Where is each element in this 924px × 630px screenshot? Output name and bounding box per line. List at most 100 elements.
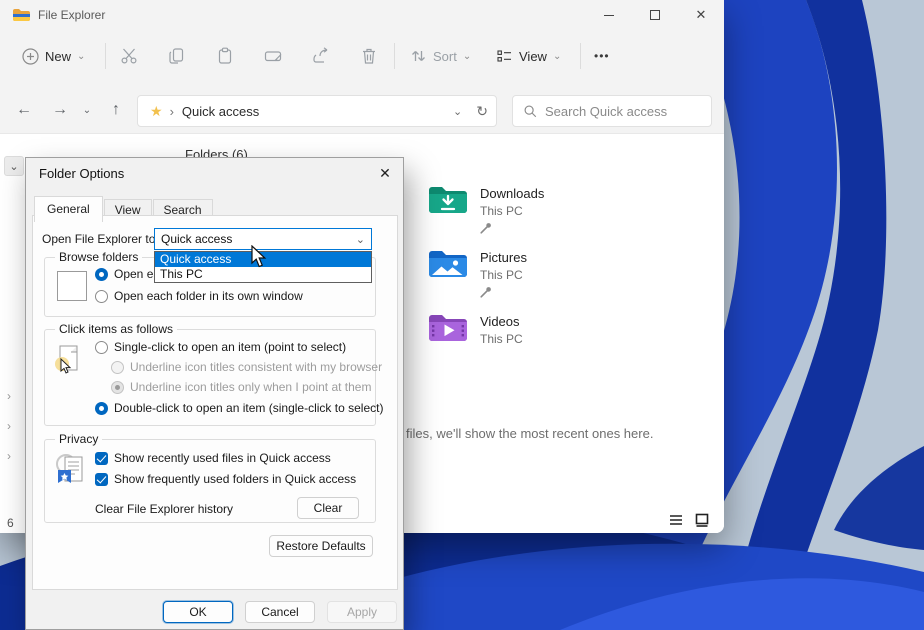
radio-underline-consistent[interactable]: Underline icon titles consistent with my…	[111, 360, 382, 374]
folder-name: Downloads	[480, 186, 544, 201]
rename-button[interactable]	[252, 38, 294, 74]
large-icons-view-toggle[interactable]	[694, 512, 710, 528]
combobox-value: Quick access	[161, 232, 232, 246]
toolbar-separator	[394, 43, 395, 69]
tree-expand-chevron[interactable]: ›	[7, 389, 11, 403]
radio-control	[95, 341, 108, 354]
new-button[interactable]: New ⌄	[14, 38, 93, 74]
restore-defaults-button[interactable]: Restore Defaults	[269, 535, 373, 557]
chevron-down-icon: ⌄	[553, 51, 561, 62]
clear-history-label: Clear File Explorer history	[95, 502, 233, 516]
copy-button[interactable]	[156, 38, 198, 74]
view-icon	[496, 48, 513, 64]
group-legend: Privacy	[55, 432, 102, 446]
details-view-toggle[interactable]	[668, 512, 684, 528]
more-options-button[interactable]: •••	[586, 38, 618, 74]
forward-button[interactable]: →	[44, 94, 76, 126]
dialog-close-button[interactable]: ✕	[375, 163, 395, 183]
rename-icon	[264, 47, 283, 65]
radio-single-click[interactable]: Single-click to open an item (point to s…	[95, 340, 346, 354]
delete-button[interactable]	[348, 38, 390, 74]
tree-expand-chevron[interactable]: ›	[7, 449, 11, 463]
quick-access-star-icon: ★	[150, 103, 163, 120]
folder-name: Pictures	[480, 250, 527, 265]
ok-button[interactable]: OK	[163, 601, 233, 623]
radio-underline-point[interactable]: Underline icon titles only when I point …	[111, 380, 371, 394]
nav-pane-collapse-chevron[interactable]: ⌄	[4, 156, 24, 176]
radio-own-window[interactable]: Open each folder in its own window	[95, 289, 303, 303]
plus-circle-icon	[22, 48, 39, 65]
cut-icon	[120, 47, 138, 65]
paste-button[interactable]	[204, 38, 246, 74]
videos-folder-icon	[428, 312, 468, 344]
refresh-icon[interactable]: ↻	[476, 103, 488, 120]
view-toggles	[668, 512, 710, 528]
tab-general[interactable]: General	[34, 196, 103, 222]
radio-control	[95, 268, 108, 281]
radio-label: Single-click to open an item (point to s…	[114, 340, 346, 354]
click-items-icon	[53, 344, 83, 388]
radio-control	[95, 290, 108, 303]
maximize-button[interactable]	[632, 0, 678, 30]
window-controls: ✕	[586, 0, 724, 30]
click-items-group: Click items as follows Single-click to o…	[44, 329, 376, 426]
pin-icon	[480, 286, 492, 298]
clear-button[interactable]: Clear	[297, 497, 359, 519]
command-bar: New ⌄	[0, 30, 724, 82]
radio-label: Double-click to open an item (single-cli…	[114, 401, 383, 415]
view-button[interactable]: View ⌄	[488, 38, 569, 74]
minimize-button[interactable]	[586, 0, 632, 30]
desktop: File Explorer ✕ New ⌄	[0, 0, 924, 630]
back-button[interactable]: ←	[8, 94, 40, 126]
title-bar: File Explorer ✕	[0, 0, 724, 30]
checkbox-frequent-folders[interactable]: Show frequently used folders in Quick ac…	[95, 472, 356, 486]
address-bar[interactable]: ★ › Quick access ⌄ ↻	[137, 95, 497, 127]
radio-label: Open each folder in its own window	[114, 289, 303, 303]
address-dropdown-chevron[interactable]: ⌄	[453, 105, 462, 118]
share-button[interactable]	[300, 38, 342, 74]
group-legend: Browse folders	[55, 250, 142, 264]
share-icon	[312, 47, 330, 65]
privacy-group: Privacy Show recently used files in Quic…	[44, 439, 376, 523]
paste-icon	[216, 47, 234, 65]
up-button[interactable]: ↑	[100, 94, 132, 126]
dropdown-option-this-pc[interactable]: This PC	[155, 267, 371, 282]
tree-expand-chevron[interactable]: ›	[7, 419, 11, 433]
cancel-button[interactable]: Cancel	[245, 601, 315, 623]
folder-location: This PC	[480, 204, 523, 218]
browse-folders-icon	[57, 271, 87, 301]
radio-control	[111, 381, 124, 394]
search-box[interactable]	[512, 95, 712, 127]
pictures-folder-icon	[428, 248, 468, 280]
window-title: File Explorer	[38, 8, 105, 22]
folder-tile-downloads[interactable]: Downloads This PC	[428, 184, 688, 242]
copy-icon	[168, 47, 186, 65]
chevron-down-icon: ⌄	[463, 51, 471, 62]
folder-location: This PC	[480, 268, 523, 282]
radio-control	[95, 402, 108, 415]
sort-button[interactable]: Sort ⌄	[402, 38, 479, 74]
folder-name: Videos	[480, 314, 520, 329]
open-to-label: Open File Explorer to:	[42, 232, 159, 246]
folder-tile-videos[interactable]: Videos This PC	[428, 312, 688, 370]
recent-locations-chevron[interactable]: ⌄	[76, 94, 98, 126]
close-button[interactable]: ✕	[678, 0, 724, 30]
folder-options-dialog: Folder Options ✕ General View Search Ope…	[25, 157, 404, 630]
new-label: New	[45, 49, 71, 64]
breadcrumb[interactable]: Quick access	[182, 104, 259, 119]
search-input[interactable]	[545, 104, 695, 119]
apply-button[interactable]: Apply	[327, 601, 397, 623]
downloads-folder-icon	[428, 184, 468, 216]
toolbar-separator	[105, 43, 106, 69]
group-legend: Click items as follows	[55, 322, 177, 336]
trash-icon	[360, 47, 378, 65]
radio-double-click[interactable]: Double-click to open an item (single-cli…	[95, 401, 383, 415]
folder-tile-pictures[interactable]: Pictures This PC	[428, 248, 688, 306]
cut-button[interactable]	[108, 38, 150, 74]
search-icon	[523, 104, 537, 118]
checkbox-recent-files[interactable]: Show recently used files in Quick access	[95, 451, 331, 465]
radio-control	[111, 361, 124, 374]
radio-label: Underline icon titles only when I point …	[130, 380, 371, 394]
view-label: View	[519, 49, 547, 64]
checkbox-label: Show recently used files in Quick access	[114, 451, 331, 465]
